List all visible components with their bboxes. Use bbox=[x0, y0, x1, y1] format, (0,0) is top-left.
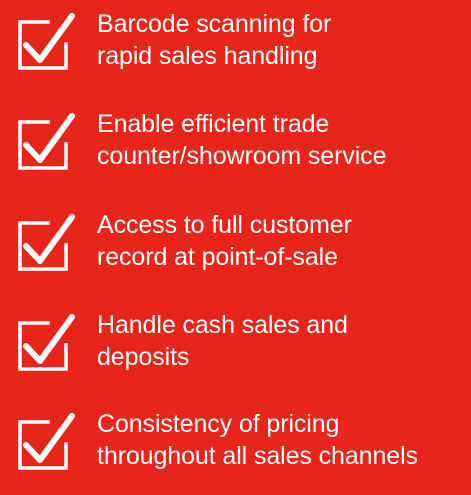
feature-text-line: record at point-of-sale bbox=[97, 243, 338, 271]
feature-text: Handle cash sales and deposits bbox=[97, 309, 469, 373]
feature-item-pricing-consistency: Consistency of pricing throughout all sa… bbox=[0, 408, 471, 488]
feature-text-line: throughout all sales channels bbox=[97, 442, 418, 470]
feature-text-line: Consistency of pricing bbox=[97, 410, 340, 438]
feature-text-line: Enable efficient trade bbox=[97, 110, 330, 138]
feature-item-barcode-scanning: Barcode scanning for rapid sales handlin… bbox=[0, 8, 471, 88]
checkbox-check-icon bbox=[16, 311, 76, 373]
feature-list: Barcode scanning for rapid sales handlin… bbox=[0, 0, 471, 495]
feature-text-line: Access to full customer bbox=[97, 211, 352, 239]
feature-text: Access to full customer record at point-… bbox=[97, 209, 469, 273]
feature-text-line: deposits bbox=[97, 343, 190, 371]
checkbox-check-icon bbox=[16, 10, 76, 72]
feature-item-customer-record: Access to full customer record at point-… bbox=[0, 209, 471, 289]
checkbox-check-icon bbox=[16, 110, 76, 172]
feature-text-line: Handle cash sales and bbox=[97, 311, 348, 339]
feature-text-line: counter/showroom service bbox=[97, 142, 387, 170]
checkbox-check-icon bbox=[16, 410, 76, 472]
feature-text: Barcode scanning for rapid sales handlin… bbox=[97, 8, 469, 72]
feature-panel: Barcode scanning for rapid sales handlin… bbox=[0, 0, 471, 495]
feature-text-line: rapid sales handling bbox=[97, 42, 318, 70]
checkbox-check-icon bbox=[16, 211, 76, 273]
feature-text: Consistency of pricing throughout all sa… bbox=[97, 408, 469, 472]
feature-item-cash-sales: Handle cash sales and deposits bbox=[0, 309, 471, 389]
feature-item-trade-counter: Enable efficient trade counter/showroom … bbox=[0, 108, 471, 188]
feature-text: Enable efficient trade counter/showroom … bbox=[97, 108, 469, 172]
feature-text-line: Barcode scanning for bbox=[97, 10, 332, 38]
